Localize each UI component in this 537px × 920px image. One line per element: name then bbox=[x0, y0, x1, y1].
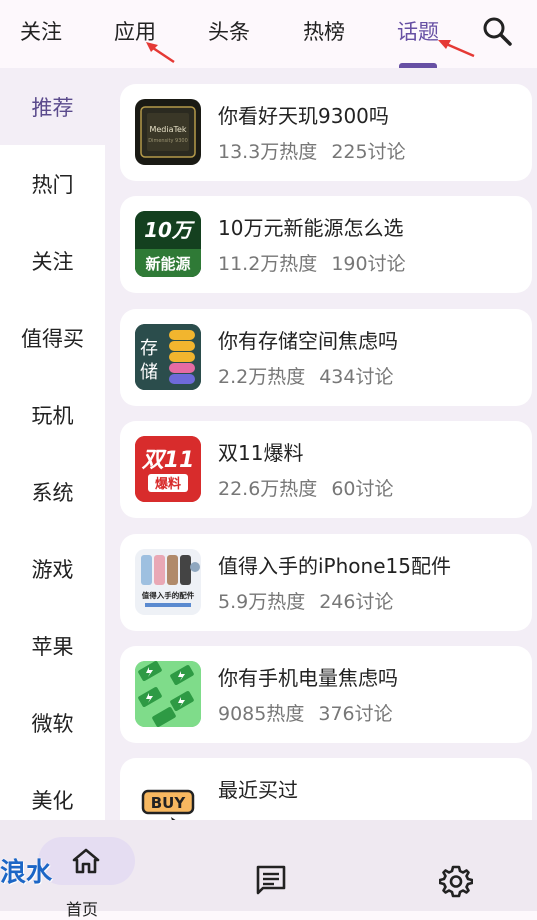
topic-title: 双11爆料 bbox=[218, 441, 304, 465]
svg-text:MediaTek: MediaTek bbox=[149, 125, 186, 134]
category-hot[interactable]: 热门 bbox=[0, 145, 105, 222]
category-system[interactable]: 系统 bbox=[0, 453, 105, 530]
topic-stats: 11.2万热度 190讨论 bbox=[218, 249, 406, 276]
topic-card[interactable]: 存 储 你有存储空间焦虑吗 2.2万热度 434讨论 bbox=[120, 309, 532, 406]
tab-topics[interactable]: 话题 bbox=[397, 16, 439, 46]
topic-thumbnail: BUY bbox=[135, 773, 201, 820]
topic-stats: 2.2万热度 434讨论 bbox=[218, 362, 393, 389]
watermark-text: 浪水 bbox=[0, 858, 53, 888]
topic-card[interactable]: MediaTek Dimensity 9300 你看好天玑9300吗 13.3万… bbox=[120, 84, 532, 181]
svg-text:Dimensity 9300: Dimensity 9300 bbox=[148, 138, 188, 144]
topic-thumbnail: MediaTek Dimensity 9300 bbox=[135, 99, 201, 165]
topic-list: MediaTek Dimensity 9300 你看好天玑9300吗 13.3万… bbox=[105, 68, 537, 820]
category-phones[interactable]: 玩机 bbox=[0, 376, 105, 453]
topic-card[interactable]: 10万 新能源 10万元新能源怎么选 11.2万热度 190讨论 bbox=[120, 196, 532, 293]
svg-text:双11: 双11 bbox=[141, 448, 195, 473]
topic-title: 你看好天玑9300吗 bbox=[218, 104, 389, 128]
svg-text:值得入手的配件: 值得入手的配件 bbox=[142, 590, 195, 600]
comment-count: 60讨论 bbox=[331, 478, 394, 500]
heat-count: 9085热度 bbox=[218, 703, 305, 725]
home-icon bbox=[72, 848, 100, 874]
topic-title: 值得入手的iPhone15配件 bbox=[218, 554, 451, 578]
topic-stats: 22.6万热度 60讨论 bbox=[218, 474, 394, 501]
heat-count: 13.3万热度 bbox=[218, 141, 318, 163]
topic-thumbnail: 存 储 bbox=[135, 324, 201, 390]
topic-stats: 5.9万热度 246讨论 bbox=[218, 587, 393, 614]
topic-card[interactable]: 你有手机电量焦虑吗 9085热度 376讨论 bbox=[120, 646, 532, 743]
topic-card[interactable]: 双11 爆料 双11爆料 22.6万热度 60讨论 bbox=[120, 421, 532, 518]
topic-title: 最近买过 bbox=[218, 778, 298, 802]
svg-text:爆料: 爆料 bbox=[155, 476, 181, 492]
category-follow[interactable]: 关注 bbox=[0, 222, 105, 299]
heat-count: 2.2万热度 bbox=[218, 366, 306, 388]
search-button[interactable] bbox=[478, 12, 518, 52]
topic-stats: 9085热度 376讨论 bbox=[218, 699, 393, 726]
svg-text:BUY: BUY bbox=[151, 794, 187, 812]
heat-count: 5.9万热度 bbox=[218, 591, 306, 613]
message-icon[interactable] bbox=[254, 864, 288, 896]
category-worth-buying[interactable]: 值得买 bbox=[0, 299, 105, 376]
topic-thumbnail: 10万 新能源 bbox=[135, 211, 201, 277]
tab-apps[interactable]: 应用 bbox=[114, 16, 156, 46]
heat-count: 22.6万热度 bbox=[218, 478, 318, 500]
search-icon bbox=[483, 17, 512, 46]
bottom-navigation: 首页 bbox=[0, 820, 537, 919]
topic-thumbnail: 双11 爆料 bbox=[135, 436, 201, 502]
home-nav-item[interactable] bbox=[38, 837, 135, 885]
home-nav-label: 首页 bbox=[66, 900, 99, 919]
comment-count: 434讨论 bbox=[319, 366, 394, 388]
svg-text:10万: 10万 bbox=[144, 218, 196, 242]
top-tab-bar: 关注 应用 头条 热榜 话题 bbox=[0, 0, 537, 68]
category-recommended[interactable]: 推荐 bbox=[0, 68, 105, 145]
comment-count: 376讨论 bbox=[318, 703, 393, 725]
gear-icon[interactable] bbox=[439, 864, 473, 898]
topic-title: 你有存储空间焦虑吗 bbox=[218, 329, 398, 353]
topic-stats: 13.3万热度 225讨论 bbox=[218, 137, 406, 164]
category-microsoft[interactable]: 微软 bbox=[0, 684, 105, 761]
category-games[interactable]: 游戏 bbox=[0, 530, 105, 607]
category-sidebar: 推荐 热门 关注 值得买 玩机 系统 游戏 苹果 微软 美化 bbox=[0, 68, 105, 838]
topic-title: 10万元新能源怎么选 bbox=[218, 216, 404, 240]
topic-card[interactable]: BUY 最近买过 bbox=[120, 758, 532, 820]
tab-headlines[interactable]: 头条 bbox=[208, 16, 250, 46]
tab-follow[interactable]: 关注 bbox=[20, 16, 62, 46]
heat-count: 11.2万热度 bbox=[218, 253, 318, 275]
category-apple[interactable]: 苹果 bbox=[0, 607, 105, 684]
comment-count: 225讨论 bbox=[331, 141, 406, 163]
topic-title: 你有手机电量焦虑吗 bbox=[218, 666, 398, 690]
svg-text:储: 储 bbox=[140, 362, 158, 383]
comment-count: 246讨论 bbox=[319, 591, 394, 613]
topic-card[interactable]: 值得入手的配件 值得入手的iPhone15配件 5.9万热度 246讨论 bbox=[120, 534, 532, 631]
topic-thumbnail bbox=[135, 661, 201, 727]
comment-count: 190讨论 bbox=[331, 253, 406, 275]
svg-text:新能源: 新能源 bbox=[145, 255, 190, 273]
tab-hot-list[interactable]: 热榜 bbox=[303, 16, 345, 46]
svg-text:存: 存 bbox=[140, 338, 158, 359]
topic-thumbnail: 值得入手的配件 bbox=[135, 549, 201, 615]
